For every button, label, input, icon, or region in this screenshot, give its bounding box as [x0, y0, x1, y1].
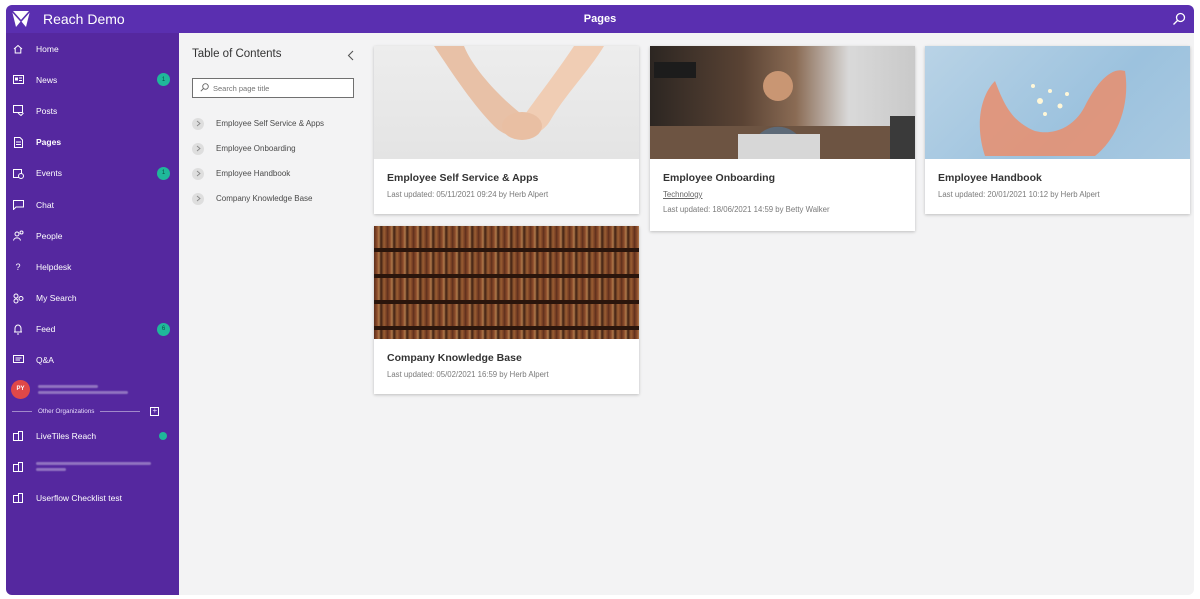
org-label: LiveTiles Reach — [36, 430, 97, 441]
org-item-userflow[interactable]: Userflow Checklist test — [6, 482, 179, 513]
events-icon — [12, 167, 24, 179]
sidebar-item-label: Q&A — [36, 355, 54, 366]
page-card[interactable]: Company Knowledge Base Last updated: 05/… — [374, 226, 639, 394]
search-input[interactable] — [213, 83, 353, 93]
search-icon — [200, 79, 209, 97]
sidebar-item-posts[interactable]: Posts — [6, 95, 179, 126]
people-icon — [12, 230, 24, 242]
organization-icon — [12, 461, 24, 473]
card-title[interactable]: Employee Handbook — [938, 172, 1190, 184]
toc-item-label: Company Knowledge Base — [216, 194, 313, 203]
chevron-right-icon[interactable] — [192, 192, 204, 205]
sidebar-item-news[interactable]: News 1 — [6, 64, 179, 95]
page-card[interactable]: Employee Self Service & Apps Last update… — [374, 46, 639, 214]
toc-item[interactable]: Employee Handbook — [192, 161, 324, 186]
sidebar-item-label: Events — [36, 168, 62, 179]
toc-item-label: Employee Self Service & Apps — [216, 119, 325, 128]
sidebar-item-label: Home — [36, 43, 59, 54]
page-search-field[interactable] — [192, 78, 354, 98]
card-title[interactable]: Employee Self Service & Apps — [387, 172, 639, 184]
sidebar-item-label: News — [36, 74, 58, 85]
card-last-updated: Last updated: 18/06/2021 14:59 by Betty … — [663, 205, 830, 214]
card-image-person-laptop — [650, 46, 915, 159]
user-profile[interactable]: PY — [6, 376, 179, 402]
organization-icon — [12, 492, 24, 504]
add-organization-button[interactable]: + — [150, 406, 160, 416]
app-title: Reach Demo — [43, 11, 125, 27]
card-title[interactable]: Employee Onboarding — [663, 172, 915, 184]
pages-icon — [12, 136, 24, 148]
sidebar-item-label: Pages — [36, 137, 62, 148]
card-last-updated: Last updated: 05/11/2021 09:24 by Herb A… — [387, 190, 549, 199]
card-image-hands — [374, 46, 639, 159]
sidebar-item-label: Chat — [36, 199, 54, 210]
org-item-redacted[interactable] — [6, 451, 179, 482]
toc-item[interactable]: Employee Self Service & Apps — [192, 111, 324, 136]
sidebar-item-feed[interactable]: Feed 6 — [6, 314, 179, 345]
news-icon — [12, 74, 24, 86]
app-window: Reach Demo Pages Home News 1 Posts Pages… — [6, 5, 1194, 595]
sidebar-item-my-search[interactable]: My Search — [6, 283, 179, 314]
card-image-bookshelf — [374, 226, 639, 339]
other-organizations-divider: Other Organizations + — [6, 402, 179, 420]
avatar: PY — [11, 379, 30, 399]
org-label: Userflow Checklist test — [36, 492, 122, 503]
toc-list: Employee Self Service & Apps Employee On… — [192, 111, 324, 211]
page-title: Pages — [583, 13, 617, 25]
sidebar-item-home[interactable]: Home — [6, 33, 179, 64]
sidebar-item-chat[interactable]: Chat — [6, 189, 179, 220]
collapse-chevron-left-icon[interactable] — [345, 48, 355, 62]
qa-icon — [12, 354, 24, 366]
search-icon[interactable] — [1170, 10, 1188, 28]
table-of-contents: Table of Contents Employee Self Service … — [179, 33, 369, 595]
card-last-updated: Last updated: 20/01/2021 10:12 by Herb A… — [938, 190, 1100, 199]
toc-title: Table of Contents — [192, 48, 282, 60]
org-name-redacted — [36, 462, 151, 472]
my-search-icon — [12, 292, 24, 304]
user-info-redacted — [38, 384, 128, 394]
notification-badge: 1 — [157, 166, 170, 180]
sidebar-item-label: Posts — [36, 105, 58, 116]
sidebar-item-helpdesk[interactable]: ? Helpdesk — [6, 251, 179, 282]
card-image-hand-lights — [925, 46, 1190, 159]
toc-item[interactable]: Company Knowledge Base — [192, 186, 324, 211]
sidebar-item-label: Feed — [36, 324, 56, 335]
home-icon — [12, 43, 24, 55]
reach-logo-icon[interactable] — [9, 8, 33, 30]
help-icon: ? — [15, 261, 21, 272]
sidebar-item-events[interactable]: Events 1 — [6, 158, 179, 189]
toc-item-label: Employee Handbook — [216, 169, 291, 178]
top-bar: Reach Demo Pages — [6, 5, 1194, 33]
page-card[interactable]: Employee Onboarding Technology Last upda… — [650, 46, 915, 231]
notification-badge: 6 — [157, 322, 170, 336]
chevron-right-icon[interactable] — [192, 167, 204, 180]
sidebar: Home News 1 Posts Pages Events 1 Chat Pe… — [6, 33, 179, 595]
sidebar-item-pages[interactable]: Pages — [6, 127, 179, 158]
org-item-livetiles-reach[interactable]: LiveTiles Reach — [6, 420, 179, 451]
chat-icon — [12, 199, 24, 211]
sidebar-item-label: Helpdesk — [36, 261, 72, 272]
category-tag-link[interactable]: Technology — [663, 190, 915, 199]
chevron-right-icon[interactable] — [192, 142, 204, 155]
card-title[interactable]: Company Knowledge Base — [387, 352, 639, 364]
organization-icon — [12, 430, 24, 442]
sidebar-item-label: People — [36, 230, 63, 241]
chevron-right-icon[interactable] — [192, 117, 204, 130]
sidebar-item-people[interactable]: People — [6, 220, 179, 251]
notification-badge: 1 — [157, 73, 170, 87]
toc-item-label: Employee Onboarding — [216, 144, 296, 153]
sidebar-item-label: My Search — [36, 293, 77, 304]
other-organizations-label: Other Organizations — [38, 407, 95, 415]
page-card[interactable]: Employee Handbook Last updated: 20/01/20… — [925, 46, 1190, 214]
toc-item[interactable]: Employee Onboarding — [192, 136, 324, 161]
status-dot — [159, 431, 167, 440]
bell-icon — [12, 323, 24, 335]
sidebar-item-qa[interactable]: Q&A — [6, 345, 179, 376]
card-last-updated: Last updated: 05/02/2021 16:59 by Herb A… — [387, 370, 549, 379]
posts-icon — [12, 105, 24, 117]
